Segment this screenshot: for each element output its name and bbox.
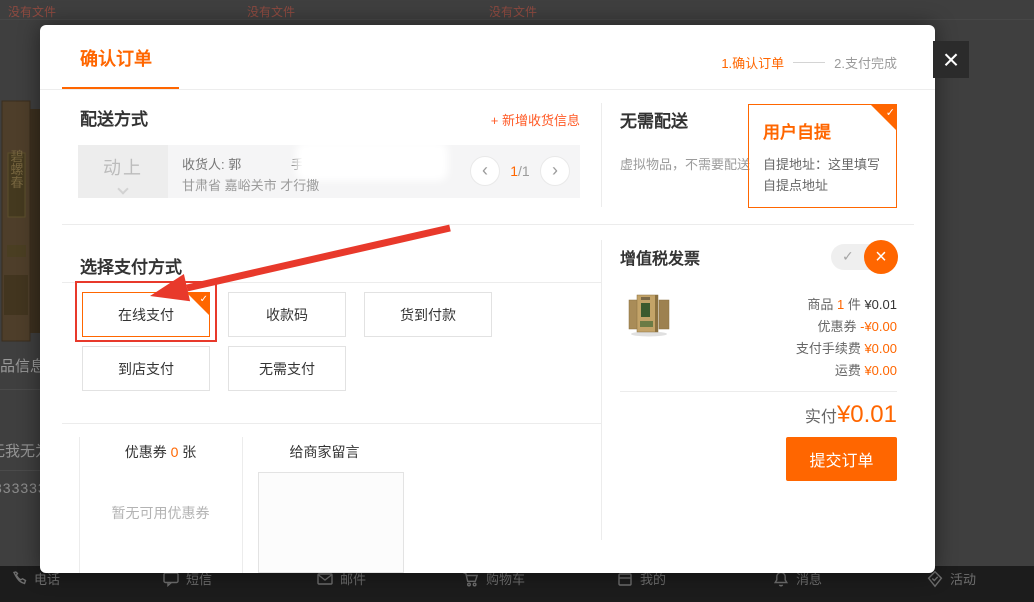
bg-note: 没有文件 — [247, 3, 295, 20]
total-row: 实付¥0.01 — [620, 401, 897, 429]
payment-label: 收款码 — [266, 305, 308, 325]
confirm-order-modal: 确认订单 1.确认订单 2.支付完成 配送方式 + 新增收货信息 动上 收货人:… — [40, 25, 935, 573]
invoice-toggle[interactable]: ✓ × — [831, 244, 895, 270]
chevron-right-icon: › — [552, 161, 558, 179]
check-icon: ✓ — [200, 294, 208, 305]
payment-label: 在线支付 — [118, 305, 174, 325]
merchant-message-heading: 给商家留言 — [242, 442, 407, 462]
payment-instore-button[interactable]: 到店支付 — [82, 346, 210, 391]
address-prev-button[interactable]: ‹ — [470, 156, 500, 186]
total-label: 实付 — [805, 409, 837, 426]
nav-item-activity[interactable]: 活动 — [926, 569, 976, 588]
close-icon: × — [864, 240, 898, 274]
bg-note: 没有文件 — [8, 3, 56, 20]
option-no-delivery[interactable]: 无需配送 虚拟物品，不需要配送 — [620, 107, 750, 175]
selected-check-badge: ✓ — [187, 293, 209, 315]
bg-note: 没有文件 — [489, 3, 537, 20]
address-card: 动上 收货人: 郭 手机: 甘肃省 嘉峪关市 才行撒 ‹ 1/1 › — [78, 145, 580, 198]
add-shipping-info-link[interactable]: + 新增收货信息 — [491, 110, 580, 129]
payment-method-heading: 选择支付方式 — [80, 253, 182, 278]
summary-row-shipping: 运费 ¥0.00 — [660, 360, 897, 382]
address-pagination: 1/1 — [500, 163, 540, 179]
summary-divider — [620, 391, 897, 392]
option-user-pickup-selected[interactable]: 用户自提 自提地址：这里填写自提点地址 ✓ — [748, 104, 897, 208]
submit-order-button[interactable]: 提交订单 — [786, 437, 897, 481]
step-payment-complete: 2.支付完成 — [834, 53, 897, 72]
payment-none-button[interactable]: 无需支付 — [228, 346, 346, 391]
coupon-title: 优惠券 0 张 — [79, 442, 242, 462]
checkout-steps: 1.确认订单 2.支付完成 — [721, 53, 897, 72]
address-next-button[interactable]: › — [540, 156, 570, 186]
section-divider — [62, 224, 914, 225]
payment-online-button[interactable]: 在线支付 ✓ — [82, 292, 210, 337]
payment-methods: 在线支付 ✓ 收款码 货到付款 到店支付 无需支付 — [82, 292, 582, 400]
phone-icon — [10, 570, 28, 588]
vertical-divider — [601, 103, 602, 207]
total-amount: ¥0.01 — [837, 401, 897, 428]
receiver-name: 收货人: 郭 — [182, 157, 241, 172]
tea-product-image: 碧螺春 — [0, 95, 42, 345]
delivery-method-select[interactable]: 动上 — [78, 145, 168, 198]
selected-check-badge: ✓ — [871, 105, 896, 130]
receiver-line: 收货人: 郭 手机: — [182, 154, 320, 173]
pickup-desc: 自提地址：这里填写自提点地址 — [763, 154, 882, 196]
chevron-left-icon: ‹ — [482, 161, 488, 179]
delivery-method-value: 动上 — [78, 154, 168, 180]
payment-cod-button[interactable]: 货到付款 — [364, 292, 492, 337]
item-amount: ¥0.01 — [864, 297, 897, 312]
address-text: 甘肃省 嘉峪关市 才行撒 — [182, 175, 319, 194]
svg-text:碧螺春: 碧螺春 — [9, 150, 24, 189]
bg-divider — [0, 389, 40, 390]
payment-label: 货到付款 — [400, 305, 456, 325]
no-delivery-desc: 虚拟物品，不需要配送 — [620, 154, 750, 175]
phone-number-redacted — [302, 148, 442, 175]
order-summary: 商品 1 件 ¥0.01 优惠券 -¥0.00 支付手续费 ¥0.00 运费 ¥… — [660, 294, 897, 382]
payment-label: 到店支付 — [118, 359, 174, 379]
summary-row-fee: 支付手续费 ¥0.00 — [660, 338, 897, 360]
vertical-divider — [601, 240, 602, 540]
payment-qrcode-button[interactable]: 收款码 — [228, 292, 346, 337]
pickup-title: 用户自提 — [763, 118, 882, 143]
payment-label: 无需支付 — [259, 359, 315, 379]
close-icon: × — [943, 46, 959, 74]
merchant-message-input[interactable] — [258, 472, 404, 573]
steps-connector — [793, 62, 825, 63]
coupon-empty-text: 暂无可用优惠券 — [79, 503, 242, 523]
step-confirm-order: 1.确认订单 — [721, 53, 784, 72]
summary-row-coupon: 优惠券 -¥0.00 — [660, 316, 897, 338]
check-icon: ✓ — [842, 248, 854, 265]
vat-invoice-heading: 增值税发票 — [620, 245, 700, 269]
nav-label: 活动 — [950, 569, 976, 588]
no-delivery-title: 无需配送 — [620, 107, 750, 132]
chevron-down-icon — [117, 183, 128, 194]
summary-row-items: 商品 1 件 ¥0.01 — [660, 294, 897, 316]
check-icon: ✓ — [886, 106, 895, 119]
modal-title: 确认订单 — [80, 45, 152, 71]
close-button[interactable]: × — [933, 41, 969, 78]
section-divider — [62, 423, 601, 424]
bg-divider — [0, 470, 40, 471]
delivery-method-heading: 配送方式 — [80, 105, 148, 130]
bg-header-line — [0, 19, 1034, 20]
header-divider — [40, 89, 935, 90]
payment-heading-divider — [62, 282, 601, 283]
bg-text-product-info: 商品信息 — [0, 355, 45, 376]
